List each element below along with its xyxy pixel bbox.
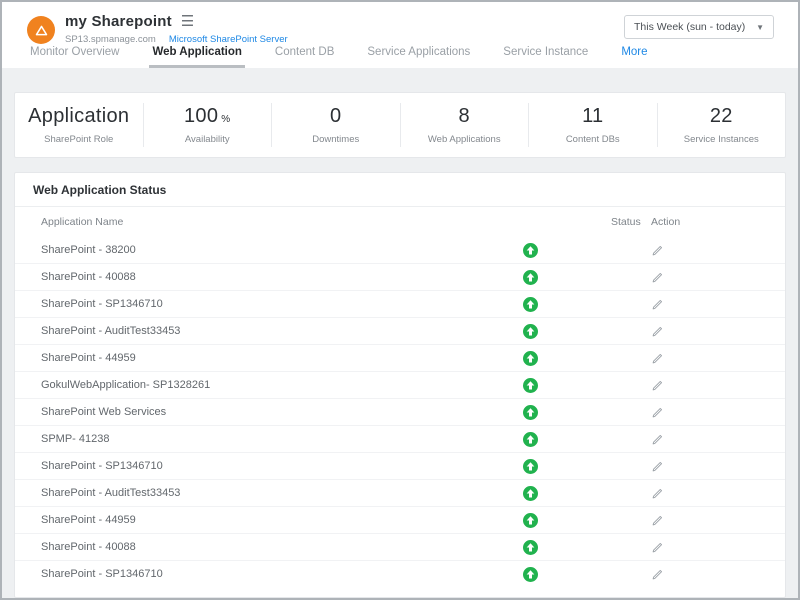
application-name: SharePoint - 44959 — [41, 514, 136, 526]
host-name: SP13.spmanage.com — [65, 34, 156, 45]
status-up-icon — [523, 432, 538, 447]
application-name: SharePoint - 38200 — [41, 244, 136, 256]
column-status: Status — [611, 216, 651, 228]
server-type-link[interactable]: Microsoft SharePoint Server — [169, 34, 288, 45]
menu-icon[interactable]: ☰ — [181, 14, 194, 29]
table-row: SharePoint - 40088 — [15, 263, 785, 290]
application-name: GokulWebApplication- SP1328261 — [41, 379, 210, 391]
table-row: GokulWebApplication- SP1328261 — [15, 371, 785, 398]
stat-service-instances: 22 Service Instances — [657, 103, 786, 147]
status-up-icon — [523, 243, 538, 258]
tab-service-applications[interactable]: Service Applications — [364, 46, 473, 68]
stat-sharepoint-role: Application SharePoint Role — [15, 103, 143, 147]
main-content: Application SharePoint Role 100% Availab… — [2, 68, 798, 598]
edit-icon[interactable] — [651, 406, 664, 419]
column-action: Action — [651, 216, 759, 228]
edit-icon[interactable] — [651, 487, 664, 500]
warning-triangle-icon — [34, 23, 49, 38]
date-range-value: This Week (sun - today) — [634, 21, 745, 33]
status-up-icon — [523, 351, 538, 366]
date-range-select[interactable]: This Week (sun - today) ▼ — [624, 15, 774, 39]
table-header-row: Application Name Status Action — [15, 207, 785, 237]
status-up-icon — [523, 378, 538, 393]
table-row: SharePoint - AuditTest33453 — [15, 317, 785, 344]
edit-icon[interactable] — [651, 433, 664, 446]
edit-icon[interactable] — [651, 379, 664, 392]
edit-icon[interactable] — [651, 541, 664, 554]
stat-web-applications: 8 Web Applications — [400, 103, 529, 147]
stat-content-dbs: 11 Content DBs — [528, 103, 657, 147]
app-window: my Sharepoint ☰ SP13.spmanage.com Micros… — [0, 0, 800, 600]
table-row: SharePoint - SP1346710 — [15, 452, 785, 479]
tab-more[interactable]: More — [618, 46, 650, 68]
edit-icon[interactable] — [651, 460, 664, 473]
application-name: SharePoint - SP1346710 — [41, 568, 163, 580]
edit-icon[interactable] — [651, 352, 664, 365]
application-name: SharePoint Web Services — [41, 406, 166, 418]
edit-icon[interactable] — [651, 244, 664, 257]
monitor-avatar — [27, 16, 55, 44]
table-row: SharePoint - AuditTest33453 — [15, 479, 785, 506]
status-up-icon — [523, 567, 538, 582]
application-name: SPMP- 41238 — [41, 433, 109, 445]
column-application-name: Application Name — [41, 216, 510, 228]
tab-web-application[interactable]: Web Application — [149, 46, 244, 68]
tab-content-db[interactable]: Content DB — [272, 46, 337, 68]
application-name: SharePoint - SP1346710 — [41, 460, 163, 472]
application-name: SharePoint - 40088 — [41, 541, 136, 553]
edit-icon[interactable] — [651, 271, 664, 284]
application-name: SharePoint - AuditTest33453 — [41, 487, 180, 499]
application-name: SharePoint - AuditTest33453 — [41, 325, 180, 337]
summary-stats-card: Application SharePoint Role 100% Availab… — [14, 92, 786, 158]
chevron-down-icon: ▼ — [756, 23, 764, 32]
edit-icon[interactable] — [651, 514, 664, 527]
edit-icon[interactable] — [651, 568, 664, 581]
status-up-icon — [523, 405, 538, 420]
application-name: SharePoint - 44959 — [41, 352, 136, 364]
status-up-icon — [523, 297, 538, 312]
table-row: SharePoint - SP1346710 — [15, 290, 785, 317]
status-up-icon — [523, 459, 538, 474]
panel-title: Web Application Status — [15, 173, 785, 207]
tab-bar: Monitor Overview Web Application Content… — [27, 46, 678, 68]
edit-icon[interactable] — [651, 325, 664, 338]
table-row: SharePoint - 40088 — [15, 533, 785, 560]
edit-icon[interactable] — [651, 298, 664, 311]
status-up-icon — [523, 540, 538, 555]
page-title: my Sharepoint — [65, 13, 172, 30]
monitor-title-block: my Sharepoint ☰ SP13.spmanage.com Micros… — [65, 13, 288, 45]
status-up-icon — [523, 486, 538, 501]
table-row: SharePoint Web Services — [15, 398, 785, 425]
status-up-icon — [523, 324, 538, 339]
stat-availability: 100% Availability — [143, 103, 272, 147]
application-name: SharePoint - SP1346710 — [41, 298, 163, 310]
application-name: SharePoint - 40088 — [41, 271, 136, 283]
table-row: SharePoint - 44959 — [15, 506, 785, 533]
status-up-icon — [523, 513, 538, 528]
tab-service-instance[interactable]: Service Instance — [500, 46, 591, 68]
stat-downtimes: 0 Downtimes — [271, 103, 400, 147]
table-body: SharePoint - 38200 SharePoint - 40088 — [15, 237, 785, 587]
web-application-status-panel: Web Application Status Application Name … — [14, 172, 786, 598]
tab-monitor-overview[interactable]: Monitor Overview — [27, 46, 122, 68]
table-row: SharePoint - 44959 — [15, 344, 785, 371]
table-row: SharePoint - SP1346710 — [15, 560, 785, 587]
table-row: SharePoint - 38200 — [15, 237, 785, 263]
table-row: SPMP- 41238 — [15, 425, 785, 452]
header: my Sharepoint ☰ SP13.spmanage.com Micros… — [2, 2, 798, 68]
status-up-icon — [523, 270, 538, 285]
